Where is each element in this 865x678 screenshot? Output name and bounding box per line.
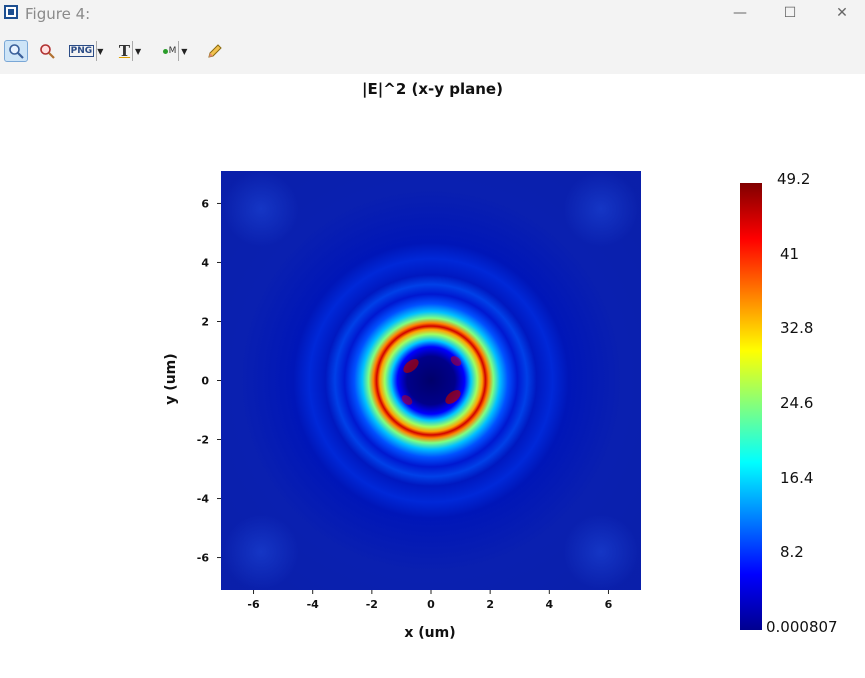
colorbar-tick-label: 32.8 — [780, 319, 814, 338]
x-tick-label: 0 — [427, 598, 435, 611]
colorbar-tick-label: 16.4 — [780, 468, 814, 487]
colorbar-tick-label: 41 — [780, 244, 800, 263]
y-tick-label: 4 — [201, 256, 209, 269]
colorbar-tick-label: 8.2 — [780, 543, 804, 562]
x-axis-label: x (um) — [404, 625, 456, 641]
x-tick-label: 4 — [545, 598, 553, 611]
y-tick-label: -4 — [197, 493, 210, 506]
y-tick-label: 6 — [201, 197, 209, 210]
y-axis-label: y (um) — [163, 353, 179, 405]
y-tick-label: 0 — [201, 375, 209, 388]
colorbar-tick-label: 24.6 — [780, 394, 814, 412]
x-tick-label: -6 — [247, 598, 260, 611]
y-tick-label: -6 — [197, 552, 210, 565]
x-tick-label: 6 — [605, 598, 613, 611]
y-tick-label: 2 — [201, 315, 209, 328]
x-tick-label: -2 — [366, 598, 378, 611]
colorbar-tick-label: 0.000807 — [766, 618, 838, 636]
colorbar — [740, 183, 762, 630]
x-tick-label: 2 — [486, 598, 494, 611]
colorbar-tick-label: 49.2 — [777, 170, 811, 188]
axes: -6 -4 -2 0 2 4 6 6 4 2 0 -2 -4 -6 — [197, 197, 613, 611]
x-tick-label: -4 — [307, 598, 320, 611]
y-tick-label: -2 — [197, 434, 209, 447]
